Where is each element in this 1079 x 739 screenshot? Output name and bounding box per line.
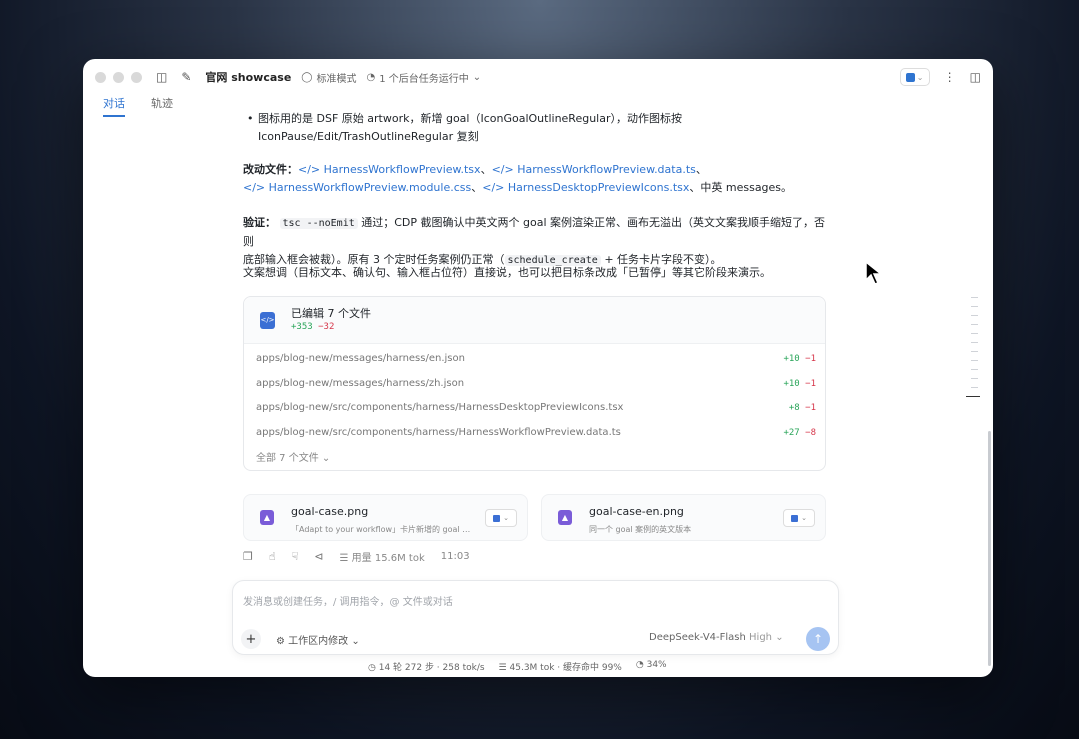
tasks-label: 1 个后台任务运行中: [379, 73, 469, 85]
composer[interactable]: 发消息或创建任务，/ 调用指令，@ 文件或对话 + ⚙ 工作区内修改 ⌄ Dee…: [232, 580, 839, 655]
sidebar-toggle-icon[interactable]: ◫: [156, 70, 167, 84]
mouse-cursor-icon: [865, 260, 884, 285]
bullet-text: 图标用的是 DSF 原始 artwork，新增 goal（IconGoalOut…: [258, 112, 682, 125]
attachment-desc: 同一个 goal 案例的英文版本: [589, 525, 692, 534]
image-file-icon: ▲: [558, 510, 572, 525]
mode-selector[interactable]: ◯ 标准模式: [301, 70, 356, 85]
spinner-icon: ◔: [366, 71, 376, 83]
attachment-desc: 「Adapt to your workflow」卡片新增的 goal 案例（..…: [291, 525, 476, 534]
file-row[interactable]: apps/blog-new/src/components/harness/Har…: [256, 424, 816, 442]
conversation-title: 官网 showcase: [205, 71, 292, 84]
add-attachment-button[interactable]: +: [241, 629, 261, 649]
turns-stat: ◷ 14 轮 272 步 · 258 tok/s: [368, 663, 485, 673]
tab-conversation[interactable]: 对话: [103, 95, 125, 117]
usage-info: ☰ 用量 15.6M tok: [339, 553, 425, 564]
chevron-down-icon: ⌄: [916, 72, 924, 82]
tab-trajectory[interactable]: 轨迹: [151, 95, 173, 117]
chevron-down-icon: ⌄: [503, 514, 509, 522]
bullet-text: IconPause/Edit/TrashOutlineRegular 复刻: [258, 130, 479, 143]
thumbs-down-icon[interactable]: ☟: [292, 550, 299, 563]
titlebar-right: ⌄ ⋮ ◫: [899, 68, 981, 86]
file-row[interactable]: apps/blog-new/messages/harness/zh.json +1…: [256, 375, 816, 393]
message-time: 11:03: [440, 551, 470, 562]
card-title: 已编辑 7 个文件: [291, 307, 371, 320]
message-input[interactable]: 发消息或创建任务，/ 调用指令，@ 文件或对话: [243, 593, 453, 608]
clock-icon: ◷: [368, 663, 376, 673]
code-file-icon: </>: [260, 311, 275, 329]
editor-open-button[interactable]: ⌄: [899, 68, 930, 86]
file-link[interactable]: </> HarnessWorkflowPreview.tsx: [298, 163, 481, 176]
right-panel-icon[interactable]: ◫: [970, 70, 981, 84]
edited-files-card: </> 已编辑 7 个文件 +353 −32 apps/blog-new/mes…: [243, 296, 826, 471]
context-stat: ◔ 34%: [635, 660, 667, 670]
copy-note-paragraph: 文案想调（目标文本、确认句、输入框占位符）直接说，也可以把目标条改成「已暂停」等…: [243, 266, 771, 279]
file-link[interactable]: </> HarnessWorkflowPreview.data.ts: [492, 163, 696, 176]
verify-paragraph: 验证： tsc --noEmit 通过；CDP 截图确认中英文两个 goal 案…: [243, 214, 833, 270]
file-row[interactable]: apps/blog-new/src/components/harness/Har…: [256, 399, 816, 417]
model-selector[interactable]: DeepSeek-V4-Flash High ⌄: [649, 632, 784, 643]
attachment-name: goal-case.png: [291, 505, 369, 518]
inline-code: tsc --noEmit: [279, 218, 358, 229]
scrollbar[interactable]: [988, 431, 991, 666]
chevron-down-icon: ⌄: [351, 636, 360, 647]
show-all-files-button[interactable]: 全部 7 个文件 ⌄: [256, 450, 330, 468]
close-window-button[interactable]: [95, 71, 106, 83]
card-header[interactable]: </> 已编辑 7 个文件 +353 −32: [244, 297, 825, 344]
chevron-down-icon: ⌄: [801, 514, 807, 522]
app-icon: [791, 514, 799, 522]
thumbs-up-icon[interactable]: ☝: [269, 550, 276, 563]
file-row[interactable]: apps/blog-new/messages/harness/en.json +1…: [256, 350, 816, 368]
view-tabs: 对话 轨迹: [103, 95, 173, 117]
message-minimap[interactable]: [966, 297, 980, 405]
diff-stats: +353 −32: [291, 322, 335, 332]
image-file-icon: ▲: [260, 510, 274, 525]
titlebar: ◫ ✎ 官网 showcase ◯ 标准模式 ◔ 1 个后台任务运行中 ⌄ ⌄ ⋮ ◫: [83, 59, 993, 95]
cache-stat: ☰ 45.3M tok · 缓存命中 99%: [498, 663, 622, 673]
verify-label: 验证：: [243, 216, 276, 229]
bell-icon: ◯: [301, 71, 313, 83]
app-icon: [493, 514, 501, 522]
progress-ring-icon: ◔: [635, 660, 644, 670]
changed-label: 改动文件：: [243, 163, 298, 176]
chevron-down-icon: ⌄: [472, 71, 482, 83]
changed-files-paragraph: 改动文件：</> HarnessWorkflowPreview.tsx、</> …: [243, 163, 793, 194]
file-path: apps/blog-new/src/components/harness/Har…: [256, 402, 624, 413]
share-icon[interactable]: ⊲: [314, 550, 323, 563]
file-path: apps/blog-new/src/components/harness/Har…: [256, 427, 621, 438]
background-tasks[interactable]: ◔ 1 个后台任务运行中 ⌄: [367, 70, 482, 85]
mode-label: 标准模式: [316, 73, 357, 85]
attachment-card[interactable]: ▲ goal-case-en.png 同一个 goal 案例的英文版本 ⌄: [541, 494, 826, 541]
open-attachment-button[interactable]: ⌄: [485, 509, 517, 527]
send-button[interactable]: ↑: [806, 627, 830, 651]
changed-suffix: 、中英 messages。: [689, 181, 793, 194]
file-link[interactable]: </> HarnessWorkflowPreview.module.css: [243, 181, 471, 194]
copy-icon[interactable]: ❐: [243, 550, 253, 563]
edit-icon[interactable]: ✎: [181, 70, 191, 84]
file-path: apps/blog-new/messages/harness/zh.json: [256, 378, 465, 389]
window-controls: [95, 71, 142, 83]
attachment-name: goal-case-en.png: [589, 505, 684, 518]
chevron-down-icon: ⌄: [321, 453, 331, 464]
app-window: ◫ ✎ 官网 showcase ◯ 标准模式 ◔ 1 个后台任务运行中 ⌄ ⌄ ⋮ ◫…: [83, 59, 993, 677]
editor-app-icon: [905, 72, 915, 82]
status-bar: ◷ 14 轮 272 步 · 258 tok/s ☰ 45.3M tok · 缓…: [368, 660, 667, 673]
attachment-card[interactable]: ▲ goal-case.png 「Adapt to your workflow」…: [243, 494, 528, 541]
file-path: apps/blog-new/messages/harness/en.json: [256, 353, 465, 364]
message-actions: ❐ ☝ ☟ ⊲ ☰ 用量 15.6M tok 11:03: [243, 549, 470, 564]
minimize-window-button[interactable]: [113, 71, 124, 83]
list-item: • 图标用的是 DSF 原始 artwork，新增 goal（IconGoalO…: [243, 110, 833, 146]
database-icon: ☰: [339, 553, 349, 564]
open-attachment-button[interactable]: ⌄: [783, 509, 815, 527]
bullet-dot: •: [247, 112, 254, 125]
file-link[interactable]: </> HarnessDesktopPreviewIcons.tsx: [482, 181, 689, 194]
scope-selector[interactable]: ⚙ 工作区内修改 ⌄: [276, 632, 360, 647]
shield-icon: ⚙: [276, 636, 285, 647]
zoom-window-button[interactable]: [131, 71, 142, 83]
chevron-down-icon: ⌄: [775, 632, 784, 643]
database-icon: ☰: [498, 663, 507, 673]
more-icon[interactable]: ⋮: [944, 70, 956, 84]
